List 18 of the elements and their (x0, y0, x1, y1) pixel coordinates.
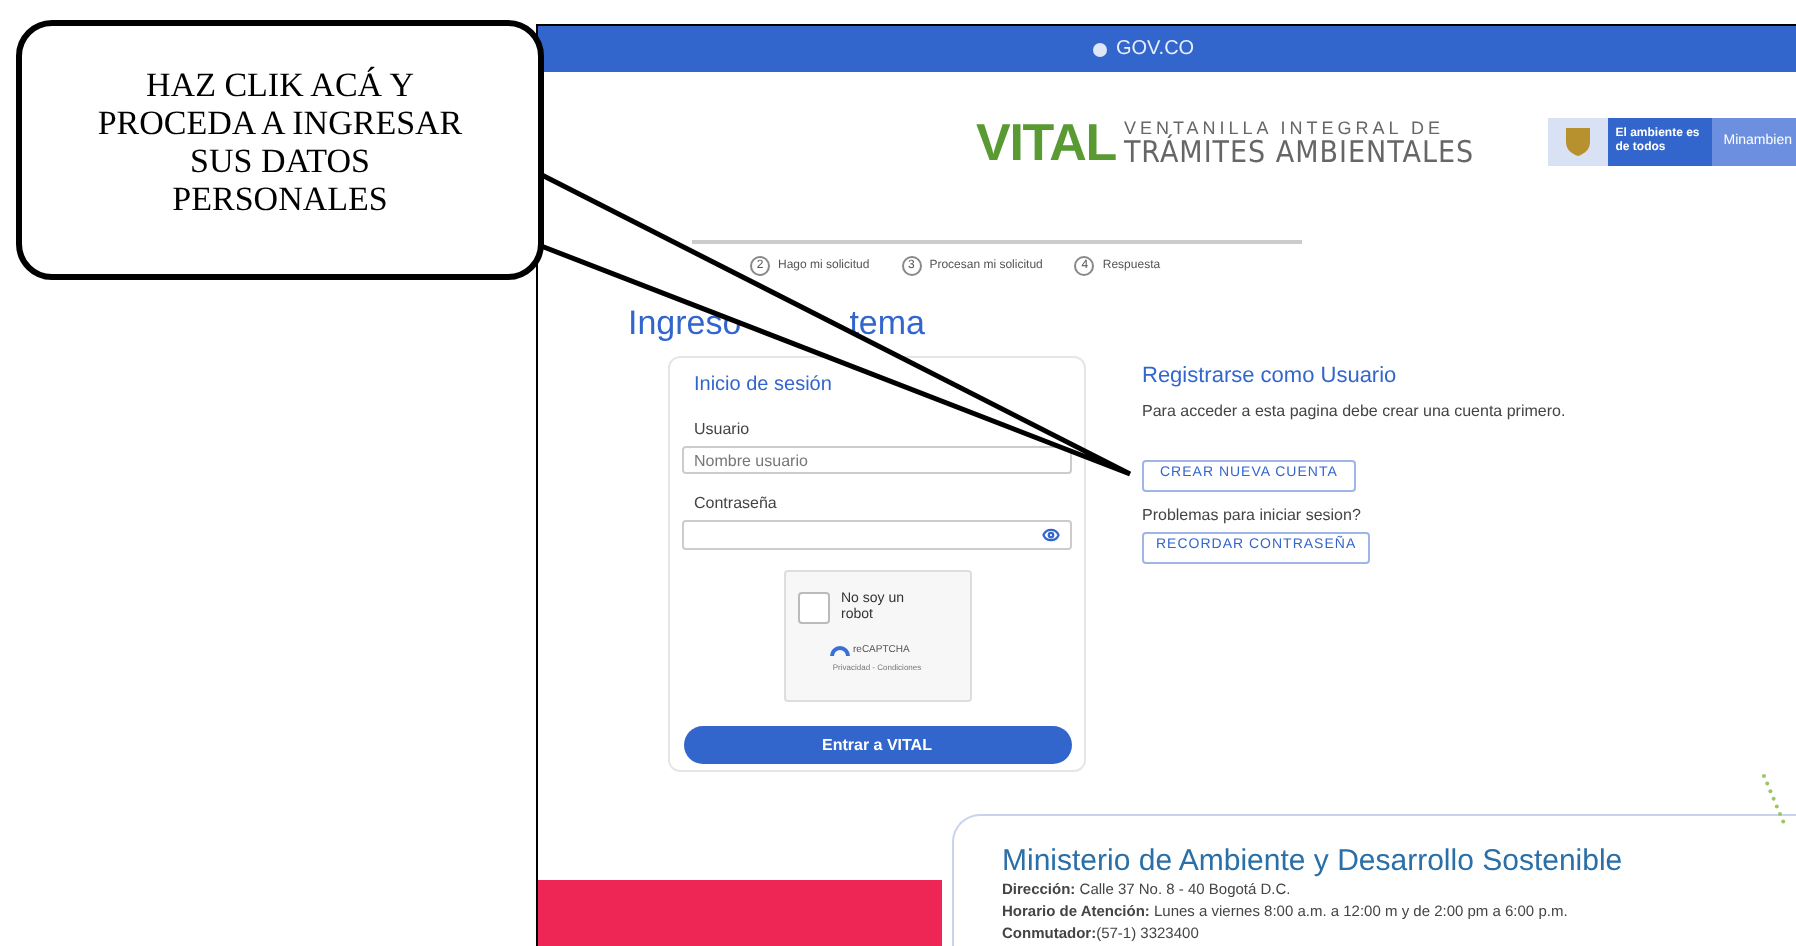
gov-icon (1092, 41, 1108, 57)
footer-title: Ministerio de Ambiente y Desarrollo Sostenible (1002, 844, 1625, 878)
password-field[interactable] (682, 520, 1072, 550)
register-title: Registrarse como Usuario (1142, 362, 1397, 392)
register-text: Para acceder a esta pagina debe crear una cuenta primero. (1142, 399, 1566, 423)
page-heading: tema (849, 301, 925, 345)
username-field[interactable]: Nombre usuario (682, 446, 1072, 474)
callout-text: HAZ CLIK ACÁ Y PROCEDA A INGRESAR SUS DATOS PERSONALES (95, 66, 465, 218)
field-label: Usuario (694, 418, 752, 442)
captcha-checkbox[interactable] (797, 592, 829, 624)
submit-button[interactable]: Entrar a VITAL (683, 726, 1071, 764)
recaptcha-icon (829, 644, 849, 660)
problems-text: Problemas para iniciar sesion? (1142, 503, 1361, 527)
show-password-icon[interactable] (1042, 526, 1060, 544)
field-label: Contraseña (694, 492, 779, 516)
login-title: Inicio de sesión (694, 372, 834, 400)
gov-label: GOV.CO (1116, 36, 1195, 64)
shield-icon (1563, 126, 1592, 158)
